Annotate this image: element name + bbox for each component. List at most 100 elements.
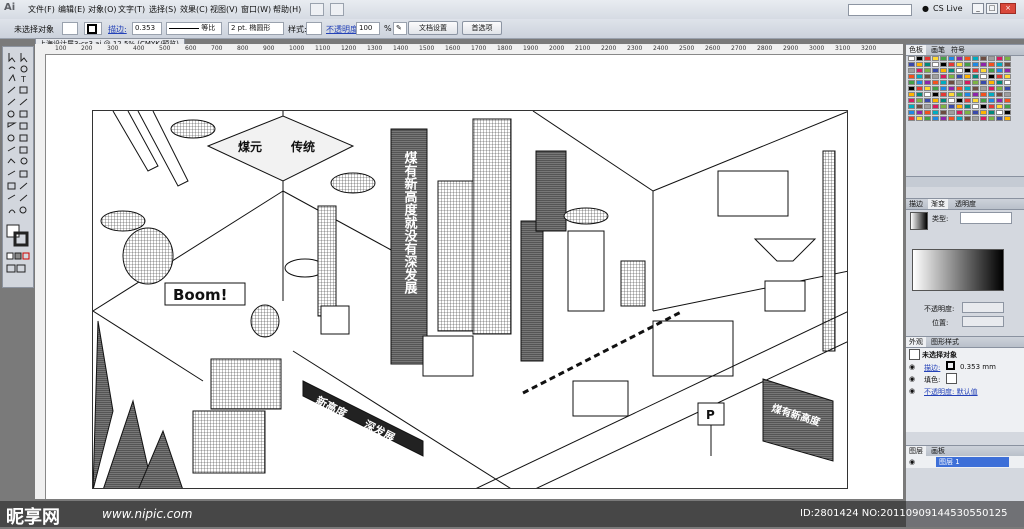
swatch[interactable]: [980, 92, 987, 97]
swatch[interactable]: [996, 98, 1003, 103]
swatch[interactable]: [924, 116, 931, 121]
swatch[interactable]: [980, 74, 987, 79]
swatch[interactable]: [996, 116, 1003, 121]
swatch[interactable]: [908, 80, 915, 85]
swatch[interactable]: [924, 68, 931, 73]
menu-effect[interactable]: 效果(C): [180, 4, 208, 15]
swatch[interactable]: [940, 98, 947, 103]
opacity-field[interactable]: 100: [356, 22, 380, 35]
swatch[interactable]: [940, 74, 947, 79]
swatch[interactable]: [908, 92, 915, 97]
swatch[interactable]: [956, 86, 963, 91]
menu-view[interactable]: 视图(V): [210, 4, 238, 15]
gradient-thumbnail[interactable]: [910, 212, 928, 230]
close-button[interactable]: ×: [1000, 3, 1016, 14]
swatch[interactable]: [940, 104, 947, 109]
swatch[interactable]: [932, 116, 939, 121]
swatch[interactable]: [964, 110, 971, 115]
swatch[interactable]: [980, 62, 987, 67]
swatch[interactable]: [908, 74, 915, 79]
preferences-button[interactable]: 首选项: [462, 21, 502, 35]
tab-stroke[interactable]: 描边: [906, 199, 926, 209]
swatch[interactable]: [956, 74, 963, 79]
swatch[interactable]: [988, 74, 995, 79]
swatch[interactable]: [916, 86, 923, 91]
menu-help[interactable]: 帮助(H): [273, 4, 301, 15]
swatch[interactable]: [924, 104, 931, 109]
swatch[interactable]: [908, 98, 915, 103]
tab-graphic-styles[interactable]: 图形样式: [928, 337, 962, 347]
swatch[interactable]: [916, 74, 923, 79]
bridge-icon[interactable]: [310, 3, 324, 16]
swatch[interactable]: [972, 104, 979, 109]
swatch[interactable]: [940, 80, 947, 85]
swatch[interactable]: [908, 68, 915, 73]
swatch[interactable]: [972, 80, 979, 85]
swatch[interactable]: [916, 110, 923, 115]
tab-symbols[interactable]: 符号: [948, 45, 968, 55]
stroke-weight-field[interactable]: 0.353: [132, 22, 162, 35]
swatch[interactable]: [988, 56, 995, 61]
swatch[interactable]: [972, 62, 979, 67]
swatch[interactable]: [948, 92, 955, 97]
search-input[interactable]: [848, 4, 912, 16]
appearance-fill-swatch[interactable]: [946, 373, 957, 384]
swatch[interactable]: [996, 104, 1003, 109]
swatch[interactable]: [988, 116, 995, 121]
swatch[interactable]: [972, 56, 979, 61]
tab-brushes[interactable]: 画笔: [928, 45, 948, 55]
swatch[interactable]: [972, 98, 979, 103]
swatch[interactable]: [1004, 86, 1011, 91]
swatch[interactable]: [1004, 104, 1011, 109]
swatch[interactable]: [988, 62, 995, 67]
swatch[interactable]: [940, 116, 947, 121]
menu-select[interactable]: 选择(S): [149, 4, 176, 15]
swatch[interactable]: [940, 86, 947, 91]
stroke-label[interactable]: 描边:: [108, 24, 127, 35]
menu-object[interactable]: 对象(O): [88, 4, 117, 15]
swatch[interactable]: [932, 74, 939, 79]
swatch[interactable]: [916, 92, 923, 97]
eye-icon[interactable]: ◉: [909, 458, 915, 466]
swatch[interactable]: [940, 56, 947, 61]
tab-artboards[interactable]: 画板: [928, 446, 948, 456]
swatch[interactable]: [948, 68, 955, 73]
swatch[interactable]: [948, 104, 955, 109]
swatch[interactable]: [964, 80, 971, 85]
swatch[interactable]: [908, 110, 915, 115]
swatch[interactable]: [972, 110, 979, 115]
swatch[interactable]: [980, 56, 987, 61]
swatch[interactable]: [948, 116, 955, 121]
cs-live-label[interactable]: CS Live: [933, 4, 963, 13]
recolor-icon[interactable]: ✎: [393, 22, 407, 35]
swatch[interactable]: [996, 56, 1003, 61]
swatch-grid[interactable]: [908, 56, 1014, 122]
swatch[interactable]: [916, 104, 923, 109]
swatch[interactable]: [980, 68, 987, 73]
swatch[interactable]: [940, 62, 947, 67]
graphic-style-picker[interactable]: [306, 22, 322, 35]
layer-row[interactable]: ◉ 图层 1: [906, 456, 1024, 468]
swatch[interactable]: [980, 104, 987, 109]
artboard[interactable]: 煤元 传统 Boom! P 新高度 深发展 煤有新高度 煤有新高度就没有深发展: [92, 110, 848, 489]
swatch[interactable]: [948, 74, 955, 79]
swatch[interactable]: [972, 92, 979, 97]
swatch[interactable]: [996, 74, 1003, 79]
menu-edit[interactable]: 编辑(E): [58, 4, 85, 15]
swatch[interactable]: [980, 116, 987, 121]
menu-window[interactable]: 窗口(W): [241, 4, 271, 15]
swatch[interactable]: [932, 62, 939, 67]
swatch[interactable]: [956, 80, 963, 85]
swatch[interactable]: [956, 110, 963, 115]
swatch[interactable]: [996, 92, 1003, 97]
swatch[interactable]: [932, 98, 939, 103]
eye-icon[interactable]: ◉: [909, 375, 915, 383]
appearance-stroke-swatch[interactable]: [946, 361, 955, 370]
tab-layers[interactable]: 图层: [906, 446, 926, 456]
swatch[interactable]: [940, 68, 947, 73]
swatch[interactable]: [964, 104, 971, 109]
gradient-opacity-field[interactable]: [962, 302, 1004, 313]
swatch[interactable]: [924, 86, 931, 91]
swatch[interactable]: [964, 86, 971, 91]
swatch[interactable]: [964, 116, 971, 121]
